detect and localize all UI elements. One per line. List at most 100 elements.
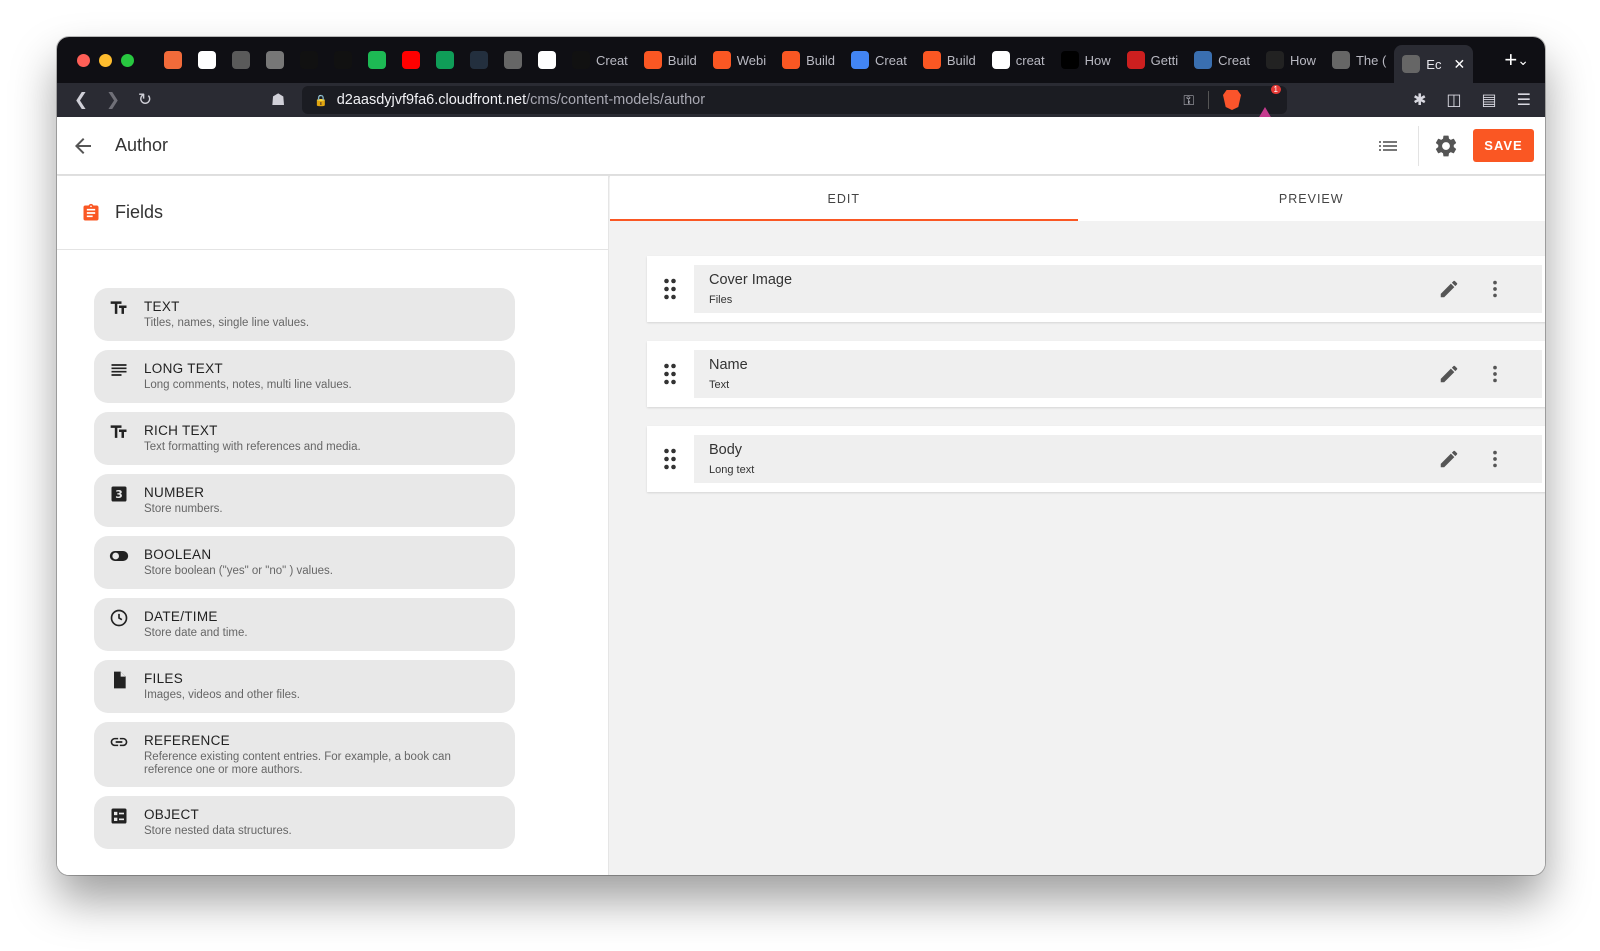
browser-tab[interactable]: [496, 37, 530, 83]
browser-tab[interactable]: Creat: [843, 37, 915, 83]
browser-tab[interactable]: creat: [984, 37, 1053, 83]
pencil-icon[interactable]: [1438, 363, 1460, 385]
drag-handle-icon[interactable]: [663, 448, 677, 470]
browser-tab-label: Build: [667, 52, 697, 68]
person-icon: [1194, 51, 1213, 69]
apple-icon: [266, 51, 284, 69]
field-type-list: TEXT Titles, names, single line values. LO…: [94, 288, 515, 858]
close-window-button[interactable]: [77, 53, 90, 67]
link-icon: [109, 732, 129, 752]
browser-tab[interactable]: [258, 37, 292, 83]
browser-tab[interactable]: Webi: [705, 37, 774, 83]
field-body: Cover Image Files: [694, 265, 1542, 313]
field-type-number[interactable]: 3 NUMBER Store numbers.: [94, 474, 515, 527]
browser-tab[interactable]: How: [1053, 37, 1119, 83]
divider: [1418, 125, 1419, 166]
aws-icon: [470, 51, 488, 69]
extensions-icon[interactable]: ✱: [1413, 90, 1426, 110]
drag-handle-icon[interactable]: [663, 278, 677, 300]
browser-tab[interactable]: How: [1258, 37, 1324, 83]
browser-tab[interactable]: [428, 37, 462, 83]
browser-tab-label: How: [1289, 52, 1316, 68]
more-vertical-icon[interactable]: [1484, 448, 1506, 470]
back-arrow-icon[interactable]: [71, 134, 95, 158]
field-type-name: LONG TEXT: [144, 361, 223, 376]
field-body: Body Long text: [694, 435, 1542, 483]
gear-icon[interactable]: [1433, 133, 1459, 159]
field-type-reference[interactable]: REFERENCE Reference existing content entr…: [94, 722, 515, 787]
key-icon[interactable]: ⚿: [1183, 92, 1194, 109]
field-type-description: Text formatting with references and medi…: [144, 441, 361, 453]
text-type-icon: [109, 298, 129, 318]
browser-tabs: Creat Build Webi Build Creat Build creat How Get…: [156, 37, 1490, 83]
divider: [1208, 91, 1209, 109]
browser-tab[interactable]: Creat: [1186, 37, 1258, 83]
field-type-description: Long comments, notes, multi line values.: [144, 379, 352, 391]
address-bar[interactable]: 🔒 d2aasdyjvf9fa6.cloudfront.net/cms/cont…: [302, 85, 1287, 124]
browser-tab[interactable]: [462, 37, 496, 83]
sidebar-icon[interactable]: ◫: [1446, 90, 1461, 110]
browser-tab[interactable]: Ec ✕: [1394, 45, 1474, 83]
tab-strip: Creat Build Webi Build Creat Build creat How Get…: [57, 37, 1545, 83]
browser-tab[interactable]: [530, 37, 564, 83]
browser-tab[interactable]: Build: [636, 37, 705, 83]
browser-tab[interactable]: [360, 37, 394, 83]
url-host: d2aasdyjvf9fa6.cloudfront.net: [336, 92, 527, 108]
field-type-text[interactable]: TEXT Titles, names, single line values.: [94, 288, 515, 341]
browser-tab[interactable]: [292, 37, 326, 83]
app-header: Author SAVE: [57, 117, 1545, 175]
browser-tab[interactable]: [394, 37, 428, 83]
field-type-boolean[interactable]: BOOLEAN Store boolean ("yes" or "no" ) va…: [94, 536, 515, 589]
back-nav-icon[interactable]: ❮: [65, 90, 97, 110]
save-button[interactable]: SAVE: [1473, 129, 1534, 162]
field-name: Name: [709, 357, 748, 373]
browser-tab[interactable]: [190, 37, 224, 83]
field-type-object[interactable]: OBJECT Store nested data structures.: [94, 796, 515, 849]
field-type-name: OBJECT: [144, 807, 200, 822]
field-type: Text: [709, 379, 730, 391]
drag-handle-icon[interactable]: [663, 363, 677, 385]
menu-icon[interactable]: ☰: [1517, 90, 1531, 110]
brave-rewards-icon[interactable]: 1: [1255, 85, 1281, 124]
more-vertical-icon[interactable]: [1484, 363, 1506, 385]
youtube-icon: [402, 51, 420, 69]
file-icon: [109, 670, 129, 690]
browser-tab[interactable]: Creat: [564, 37, 636, 83]
tab-preview[interactable]: PREVIEW: [1078, 176, 1546, 221]
new-tab-button[interactable]: +: [1504, 47, 1517, 73]
close-tab-icon[interactable]: ✕: [1453, 56, 1465, 73]
pencil-icon[interactable]: [1438, 278, 1460, 300]
list-view-icon[interactable]: [1376, 134, 1400, 158]
forward-nav-icon[interactable]: ❯: [97, 90, 129, 110]
brave-shield-icon[interactable]: [1223, 90, 1241, 110]
lines-icon: [109, 360, 129, 380]
field-type-files[interactable]: FILES Images, videos and other files.: [94, 660, 515, 713]
bookmark-icon[interactable]: ☗: [271, 90, 285, 110]
maximize-window-button[interactable]: [121, 53, 134, 67]
field-type-long-text[interactable]: LONG TEXT Long comments, notes, multi lin…: [94, 350, 515, 403]
browser-tab[interactable]: The (: [1324, 37, 1394, 83]
github-icon: [300, 51, 318, 69]
tab-search-chevron-icon[interactable]: ⌄: [1517, 52, 1529, 69]
reload-icon[interactable]: ↻: [129, 90, 161, 110]
github-icon: [334, 51, 352, 69]
browser-tab[interactable]: [156, 37, 190, 83]
field-type-name: TEXT: [144, 299, 180, 314]
browser-toolbar: ❮ ❯ ↻ ☗ 🔒 d2aasdyjvf9fa6.cloudfront.net /…: [57, 83, 1545, 124]
browser-tab[interactable]: Build: [915, 37, 984, 83]
browser-tab[interactable]: Getti: [1119, 37, 1186, 83]
svg-text:3: 3: [115, 488, 123, 501]
browser-tab[interactable]: [224, 37, 258, 83]
minimize-window-button[interactable]: [99, 53, 112, 67]
notion-icon: [538, 51, 556, 69]
browser-tab-label: How: [1084, 52, 1111, 68]
pencil-icon[interactable]: [1438, 448, 1460, 470]
tab-edit[interactable]: EDIT: [610, 176, 1078, 221]
browser-tab[interactable]: Build: [774, 37, 843, 83]
wallet-icon[interactable]: ▤: [1482, 90, 1497, 110]
field-type-rich-text[interactable]: RICH TEXT Text formatting with references…: [94, 412, 515, 465]
field-type-date-time[interactable]: DATE/TIME Store date and time.: [94, 598, 515, 651]
browser-tab[interactable]: [326, 37, 360, 83]
more-vertical-icon[interactable]: [1484, 278, 1506, 300]
field-type: Long text: [709, 464, 755, 476]
